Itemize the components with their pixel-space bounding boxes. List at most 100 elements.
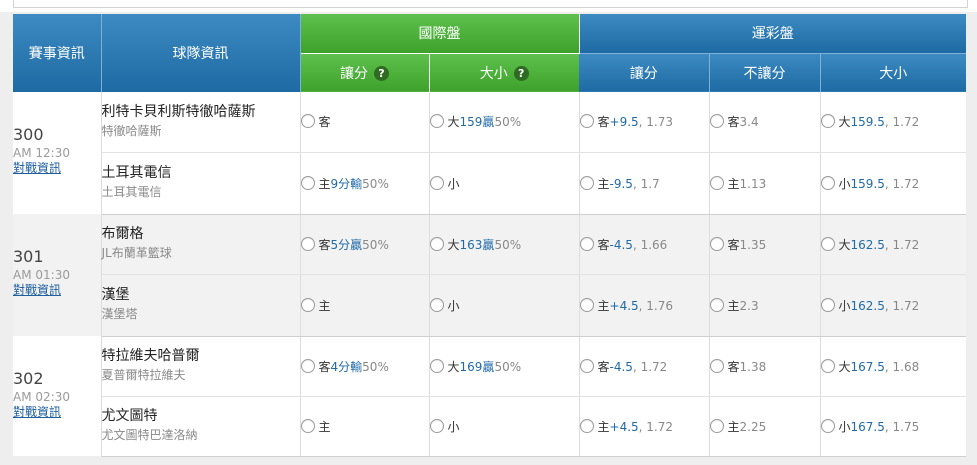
lottery-total-option[interactable]: 小162.5, 1.72 [820, 274, 967, 337]
game-time: AM 12:30 [13, 146, 70, 160]
lottery-handicap-option[interactable]: 客-4.5, 1.72 [579, 336, 710, 397]
header-intl-market: 國際盤 [300, 14, 580, 54]
matchup-info-link[interactable]: 對戰資訊 [13, 161, 101, 176]
header-lottery-handicap: 讓分 [579, 53, 710, 92]
odds-value: 1.38 [739, 359, 767, 374]
total-line: 167.5 [850, 359, 885, 374]
intl-total-option[interactable]: 小 [429, 152, 580, 215]
lottery-total-option[interactable]: 大159.5, 1.72 [820, 92, 967, 153]
radio-circle-icon[interactable] [709, 297, 724, 312]
radio-circle-icon[interactable] [820, 358, 835, 373]
odds-table-body: 300 AM 12:30 對戰資訊 利特卡貝利斯特徹哈薩斯 特徹哈薩斯客大159贏50%… [13, 92, 967, 457]
bet-side: 主 [727, 176, 740, 191]
radio-circle-icon[interactable] [820, 418, 835, 433]
intl-handicap-option[interactable]: 主9分輸50% [300, 152, 430, 215]
total-result: 贏 [482, 359, 495, 374]
radio-circle-icon[interactable] [300, 175, 315, 190]
radio-circle-icon[interactable] [429, 114, 444, 129]
radio-circle-icon[interactable] [579, 114, 594, 129]
radio-circle-icon[interactable] [429, 236, 444, 251]
radio-circle-icon[interactable] [820, 114, 835, 129]
radio-circle-icon[interactable] [579, 236, 594, 251]
radio-circle-icon[interactable] [579, 418, 594, 433]
radio-circle-icon[interactable] [709, 358, 724, 373]
intl-handicap-option[interactable]: 客 [300, 92, 430, 153]
lottery-total-option[interactable]: 小167.5, 1.75 [820, 396, 967, 457]
odds-value: 1.73 [646, 115, 674, 130]
bet-side: 大 [447, 115, 460, 130]
matchup-info-link[interactable]: 對戰資訊 [13, 405, 101, 420]
matchup-info-link[interactable]: 對戰資訊 [13, 283, 101, 298]
lottery-handicap-option[interactable]: 客+9.5, 1.73 [579, 92, 710, 153]
total-line: 162.5 [850, 237, 885, 252]
lottery-moneyline-option[interactable]: 主2.3 [709, 274, 821, 337]
intl-handicap-option[interactable]: 主 [300, 396, 430, 457]
match-info-cell: 300 AM 12:30 對戰資訊 [13, 92, 102, 214]
lottery-handicap-option[interactable]: 主-9.5, 1.7 [579, 152, 710, 215]
lottery-total-option[interactable]: 小159.5, 1.72 [820, 152, 967, 215]
radio-circle-icon[interactable] [820, 297, 835, 312]
radio-circle-icon[interactable] [300, 114, 315, 129]
bet-side: 大 [447, 359, 460, 374]
lottery-moneyline-option[interactable]: 客1.38 [709, 336, 821, 397]
handicap-percent: 50% [362, 237, 389, 252]
total-line: 169 [459, 359, 483, 374]
lottery-moneyline-option[interactable]: 客3.4 [709, 92, 821, 153]
odds-table: 賽事資訊 球隊資訊 國際盤 運彩盤 讓分? 大小? 讓分 不讓分 大小 300 A… [13, 14, 967, 457]
radio-circle-icon[interactable] [709, 175, 724, 190]
radio-circle-icon[interactable] [300, 358, 315, 373]
radio-circle-icon[interactable] [429, 418, 444, 433]
radio-circle-icon[interactable] [300, 418, 315, 433]
header-lottery-total: 大小 [820, 53, 967, 92]
total-result: 贏 [482, 237, 495, 252]
team-cell: 布爾格 JL布蘭革籃球 [101, 214, 301, 275]
radio-circle-icon[interactable] [300, 297, 315, 312]
radio-circle-icon[interactable] [429, 175, 444, 190]
lottery-handicap-option[interactable]: 主+4.5, 1.72 [579, 396, 710, 457]
lottery-handicap-option[interactable]: 主+4.5, 1.76 [579, 274, 710, 337]
handicap-line: -4.5 [609, 359, 633, 374]
lottery-total-option[interactable]: 大162.5, 1.72 [820, 214, 967, 275]
intl-total-option[interactable]: 大163贏50% [429, 214, 580, 275]
intl-total-option[interactable]: 小 [429, 396, 580, 457]
lottery-handicap-option[interactable]: 客-4.5, 1.66 [579, 214, 710, 275]
radio-circle-icon[interactable] [429, 358, 444, 373]
game-number: 301 [13, 247, 44, 266]
radio-circle-icon[interactable] [579, 175, 594, 190]
top-panel-edge [13, 0, 968, 8]
header-lottery-moneyline: 不讓分 [709, 53, 821, 92]
bet-side: 客 [727, 115, 740, 130]
question-circle-icon[interactable]: ? [374, 65, 389, 81]
total-line: 167.5 [850, 419, 885, 434]
lottery-total-option[interactable]: 大167.5, 1.68 [820, 336, 967, 397]
total-percent: 50% [494, 359, 522, 374]
radio-circle-icon[interactable] [579, 358, 594, 373]
intl-total-option[interactable]: 小 [429, 274, 580, 337]
radio-circle-icon[interactable] [709, 418, 724, 433]
radio-circle-icon[interactable] [709, 114, 724, 129]
intl-total-option[interactable]: 大169贏50% [429, 336, 580, 397]
radio-circle-icon[interactable] [820, 236, 835, 251]
question-circle-icon[interactable]: ? [513, 65, 529, 81]
total-line: 159.5 [850, 115, 885, 130]
lottery-moneyline-option[interactable]: 主2.25 [709, 396, 821, 457]
radio-circle-icon[interactable] [300, 236, 315, 251]
bet-side: 客 [597, 359, 610, 374]
intl-total-option[interactable]: 大159贏50% [429, 92, 580, 153]
bet-side: 小 [447, 419, 460, 434]
game-time: AM 01:30 [13, 268, 70, 282]
intl-handicap-option[interactable]: 主 [300, 274, 430, 337]
radio-circle-icon[interactable] [579, 297, 594, 312]
bet-side: 客 [318, 359, 331, 374]
radio-circle-icon[interactable] [429, 297, 444, 312]
game-time: AM 02:30 [13, 390, 70, 404]
intl-handicap-option[interactable]: 客5分贏50% [300, 214, 430, 275]
lottery-moneyline-option[interactable]: 客1.35 [709, 214, 821, 275]
handicap-line: +4.5 [609, 298, 639, 313]
intl-handicap-option[interactable]: 客4分輸50% [300, 336, 430, 397]
radio-circle-icon[interactable] [709, 236, 724, 251]
bet-side: 客 [597, 237, 610, 252]
radio-circle-icon[interactable] [820, 175, 835, 190]
lottery-moneyline-option[interactable]: 主1.13 [709, 152, 821, 215]
odds-value: 1.68 [892, 359, 920, 374]
